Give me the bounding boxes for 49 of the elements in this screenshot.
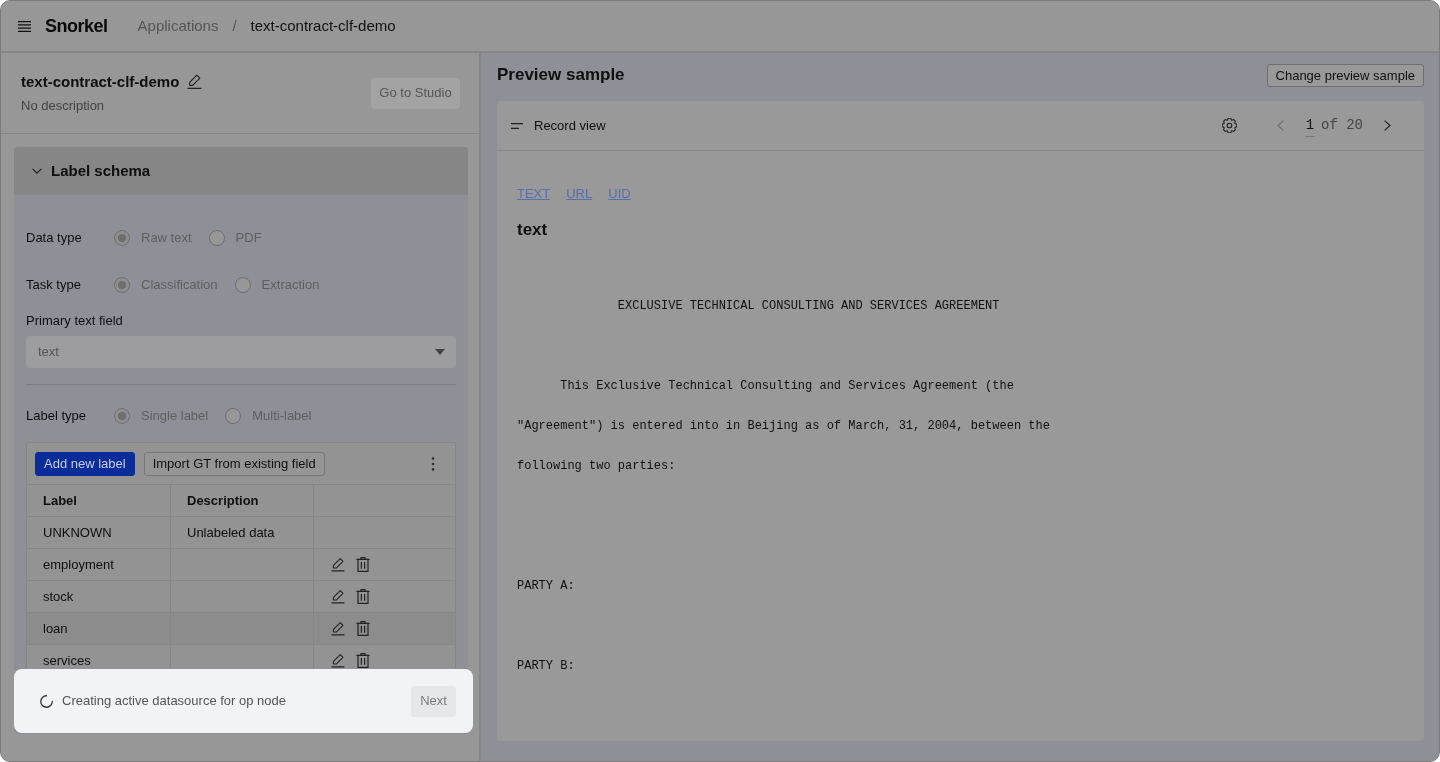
field-link[interactable]: URL bbox=[566, 186, 593, 202]
lines-icon bbox=[511, 122, 523, 129]
field-label: Task type bbox=[26, 276, 82, 295]
column-header: Label bbox=[42, 491, 78, 510]
pencil-icon[interactable] bbox=[331, 621, 345, 636]
breadcrumb-current: text-contract-clf-demo bbox=[250, 15, 396, 36]
spinner-icon bbox=[40, 694, 53, 708]
section-header[interactable]: Label schema bbox=[14, 147, 468, 195]
breadcrumb-link[interactable]: Applications bbox=[137, 14, 219, 38]
logo[interactable]: Snorkel bbox=[45, 12, 108, 40]
field-label: Primary text field bbox=[26, 312, 123, 329]
pencil-icon[interactable] bbox=[331, 653, 345, 668]
pencil-icon[interactable] bbox=[331, 589, 345, 604]
menu-icon[interactable] bbox=[18, 20, 31, 32]
add-label-button[interactable]: Add new label bbox=[35, 451, 135, 476]
import-button[interactable]: Import GT from existing field bbox=[143, 451, 325, 476]
table-cell-text: services bbox=[42, 651, 92, 670]
document-text: EXCLUSIVE TECHNICAL CONSULTING AND SERVICES AGREEMENT This Exclusive Technical Consulting and Services Agreement (the "Agreement") is entered into in Beijing as of March, 31, 2004, between the following two parties: PARTY A: PARTY B: bbox=[517, 298, 1050, 675]
caret-down-icon bbox=[435, 349, 445, 355]
settings-icon[interactable] bbox=[1222, 118, 1237, 133]
chevron-right-icon[interactable] bbox=[1384, 120, 1391, 131]
chevron-icon[interactable] bbox=[32, 166, 42, 176]
field-label: Label type bbox=[26, 407, 87, 426]
table-cell-text: UNKNOWN bbox=[42, 523, 113, 542]
trash-icon[interactable] bbox=[356, 557, 370, 572]
page-input[interactable]: 1 bbox=[1305, 114, 1315, 137]
page-count: of 20 bbox=[1321, 116, 1363, 135]
field-title: text bbox=[517, 220, 548, 240]
change-sample-button[interactable]: Change preview sample bbox=[1266, 63, 1424, 87]
more-options-icon[interactable] bbox=[431, 456, 435, 471]
trash-icon[interactable] bbox=[356, 653, 370, 668]
panel-title: Preview sample bbox=[497, 64, 625, 87]
table-cell-text: stock bbox=[42, 587, 75, 606]
loading-message: Creating active datasource for op node bbox=[62, 692, 287, 711]
pencil-icon[interactable] bbox=[187, 74, 203, 90]
field-label: Data type bbox=[26, 229, 83, 248]
record-view-title: Record view bbox=[534, 116, 606, 135]
table-cell: Unlabeled data bbox=[170, 517, 313, 548]
table-cell-text: loan bbox=[42, 619, 69, 638]
field-link[interactable]: UID bbox=[608, 186, 631, 202]
column-header: Description bbox=[170, 485, 313, 516]
field-link[interactable]: TEXT bbox=[517, 186, 551, 202]
table-cell-text: employment bbox=[42, 555, 115, 574]
trash-icon[interactable] bbox=[356, 589, 370, 604]
application-name: text-contract-clf-demo bbox=[21, 71, 180, 92]
breadcrumb-separator: / bbox=[232, 15, 237, 36]
application-description: No description bbox=[21, 97, 105, 115]
trash-icon[interactable] bbox=[356, 621, 370, 636]
pencil-icon[interactable] bbox=[331, 557, 345, 572]
